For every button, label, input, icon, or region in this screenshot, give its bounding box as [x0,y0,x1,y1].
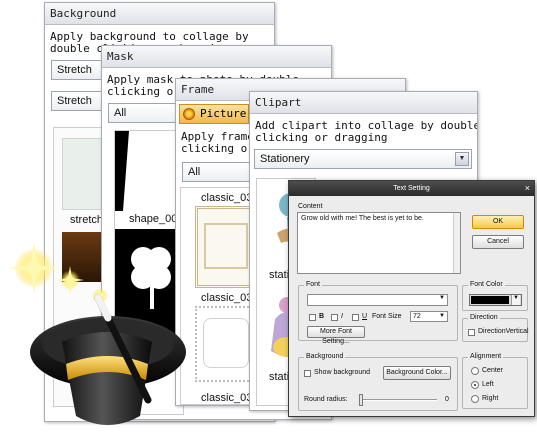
clipart-panel-description: Add clipart into collage by double click… [250,114,477,144]
direction-vertical-label: DirectionVertical [478,328,529,335]
align-right-radio[interactable] [471,395,479,403]
cancel-button[interactable]: Cancel [472,235,524,249]
font-group-label: Font [304,281,323,288]
magic-hat-illustration [8,242,186,425]
ok-button[interactable]: OK [472,215,524,229]
mask-shape-thumbnail[interactable] [115,131,184,211]
background-panel-title: Background [45,3,274,25]
picture-tab-label: Picture [200,107,247,120]
show-background-label: Show background [314,369,371,376]
show-background-checkbox[interactable] [304,370,311,377]
align-left-label: Left [482,381,494,388]
content-text: Grow old with me! The best is yet to be. [301,215,424,222]
round-radius-slider-thumb[interactable] [359,394,363,406]
cancel-button-label: Cancel [487,238,509,245]
picture-tab-icon [183,108,195,120]
align-left-radio[interactable] [471,381,479,389]
bold-checkbox[interactable] [309,314,316,321]
mask-panel-title: Mask [102,46,331,68]
background-color-label: Background Color... [386,369,448,376]
frame-thumb-caption: classic_03 [201,192,253,204]
align-center-label: Center [482,367,504,374]
close-icon[interactable]: × [525,181,530,196]
font-size-value: 72 [413,313,421,320]
frame-picture-tab[interactable]: Picture [179,104,249,124]
alignment-label: Alignment [468,353,504,360]
background-category-value: Stretch [57,95,92,107]
ok-button-label: OK [492,218,504,225]
chevron-down-icon[interactable]: ▼ [439,295,445,301]
underline-label: U [362,313,368,320]
italic-label: I [341,313,343,320]
clipart-category-dropdown[interactable]: Stationery ▼ [254,149,472,169]
background-fit-value: Stretch [57,64,92,76]
clipart-category-value: Stationery [260,153,310,165]
mask-thumb-caption: shape_00 [129,213,178,225]
font-color-swatch [471,296,509,304]
more-font-setting-button[interactable]: More Font Setting... [307,326,365,345]
round-radius-label: Round radius: [304,396,348,403]
text-setting-dialog: Text Setting × Content Grow old with me!… [288,180,535,417]
align-right-label: Right [482,395,499,402]
sparkle-icon [8,242,60,294]
font-color-picker[interactable]: ▼ [469,294,522,306]
round-radius-slider[interactable] [359,394,437,406]
font-size-label: Font Size [372,313,402,320]
content-scrollbar[interactable] [453,213,460,273]
background-group: Background Show background Background Co… [298,353,458,411]
font-group: Font ▼ B I U Font Size 72 ▼ More Font Se… [298,281,458,345]
more-font-setting-label: More Font Setting... [320,328,352,345]
italic-checkbox[interactable] [331,314,338,321]
font-color-group: Font Color ▼ [462,281,528,311]
underline-checkbox[interactable] [352,314,359,321]
round-radius-value: 0 [445,396,449,403]
bold-label: B [319,313,325,320]
frame-thumbnail[interactable] [195,306,257,382]
font-size-dropdown[interactable]: 72 ▼ [410,311,448,322]
font-name-dropdown[interactable]: ▼ [307,294,448,306]
text-setting-title: Text Setting [393,185,430,192]
clipart-desc-line2: clicking or dragging [255,131,388,144]
content-textarea[interactable]: Grow old with me! The best is yet to be. [297,212,461,274]
direction-vertical-checkbox[interactable] [468,329,475,336]
background-color-button[interactable]: Background Color... [383,366,451,380]
chevron-down-icon[interactable]: ▼ [455,152,469,166]
alignment-group: Alignment Center Left Right [462,353,528,409]
frame-thumbnail[interactable] [195,206,257,288]
direction-group: Direction DirectionVertical [462,314,529,342]
background-group-label: Background [304,353,346,360]
clipart-panel-title: Clipart [250,92,477,114]
content-label: Content [298,203,323,210]
chevron-down-icon[interactable]: ▼ [439,312,445,321]
align-center-radio[interactable] [471,367,479,375]
direction-label: Direction [468,314,500,321]
sparkle-icon [56,266,84,294]
mask-category-value: All [114,107,127,119]
frame-thumb-caption: classic_03 [201,392,253,404]
frame-thumb-caption: classic_03 [201,292,253,304]
chevron-down-icon[interactable]: ▼ [511,295,520,305]
text-setting-titlebar[interactable]: Text Setting × [289,181,534,196]
font-color-label: Font Color [468,281,505,288]
frame-category-value: All [188,166,201,178]
